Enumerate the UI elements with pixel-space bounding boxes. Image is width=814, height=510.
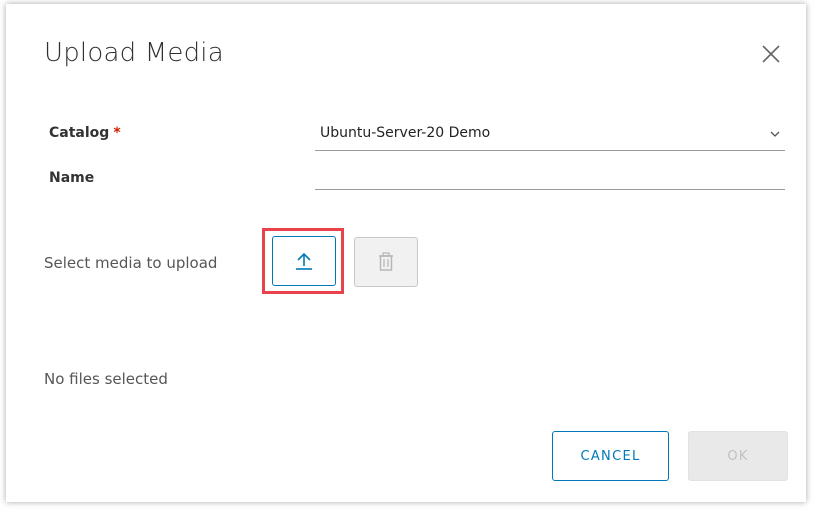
- catalog-select[interactable]: Ubuntu-Server-20 Demo: [320, 125, 490, 141]
- catalog-label-text: Catalog: [49, 125, 110, 141]
- required-marker: *: [113, 125, 121, 141]
- name-input[interactable]: [320, 166, 785, 188]
- trash-icon: [379, 252, 393, 271]
- name-underline: [315, 189, 785, 190]
- close-button[interactable]: [760, 43, 782, 65]
- upload-icon: [296, 252, 312, 270]
- close-icon: [762, 45, 780, 63]
- dialog-title: Upload Media: [44, 38, 224, 68]
- page: Upload Media Catalog * Ubuntu-Server-20 D…: [0, 0, 814, 510]
- name-label: Name: [49, 170, 95, 186]
- upload-label: Select media to upload: [44, 254, 218, 272]
- files-status: No files selected: [44, 370, 168, 388]
- delete-button[interactable]: [354, 237, 418, 287]
- ok-button[interactable]: OK: [688, 431, 788, 481]
- catalog-underline: [315, 150, 785, 151]
- catalog-label: Catalog *: [49, 125, 121, 141]
- chevron-down-icon[interactable]: [769, 128, 781, 140]
- upload-button[interactable]: [272, 236, 336, 286]
- cancel-button[interactable]: CANCEL: [552, 431, 669, 481]
